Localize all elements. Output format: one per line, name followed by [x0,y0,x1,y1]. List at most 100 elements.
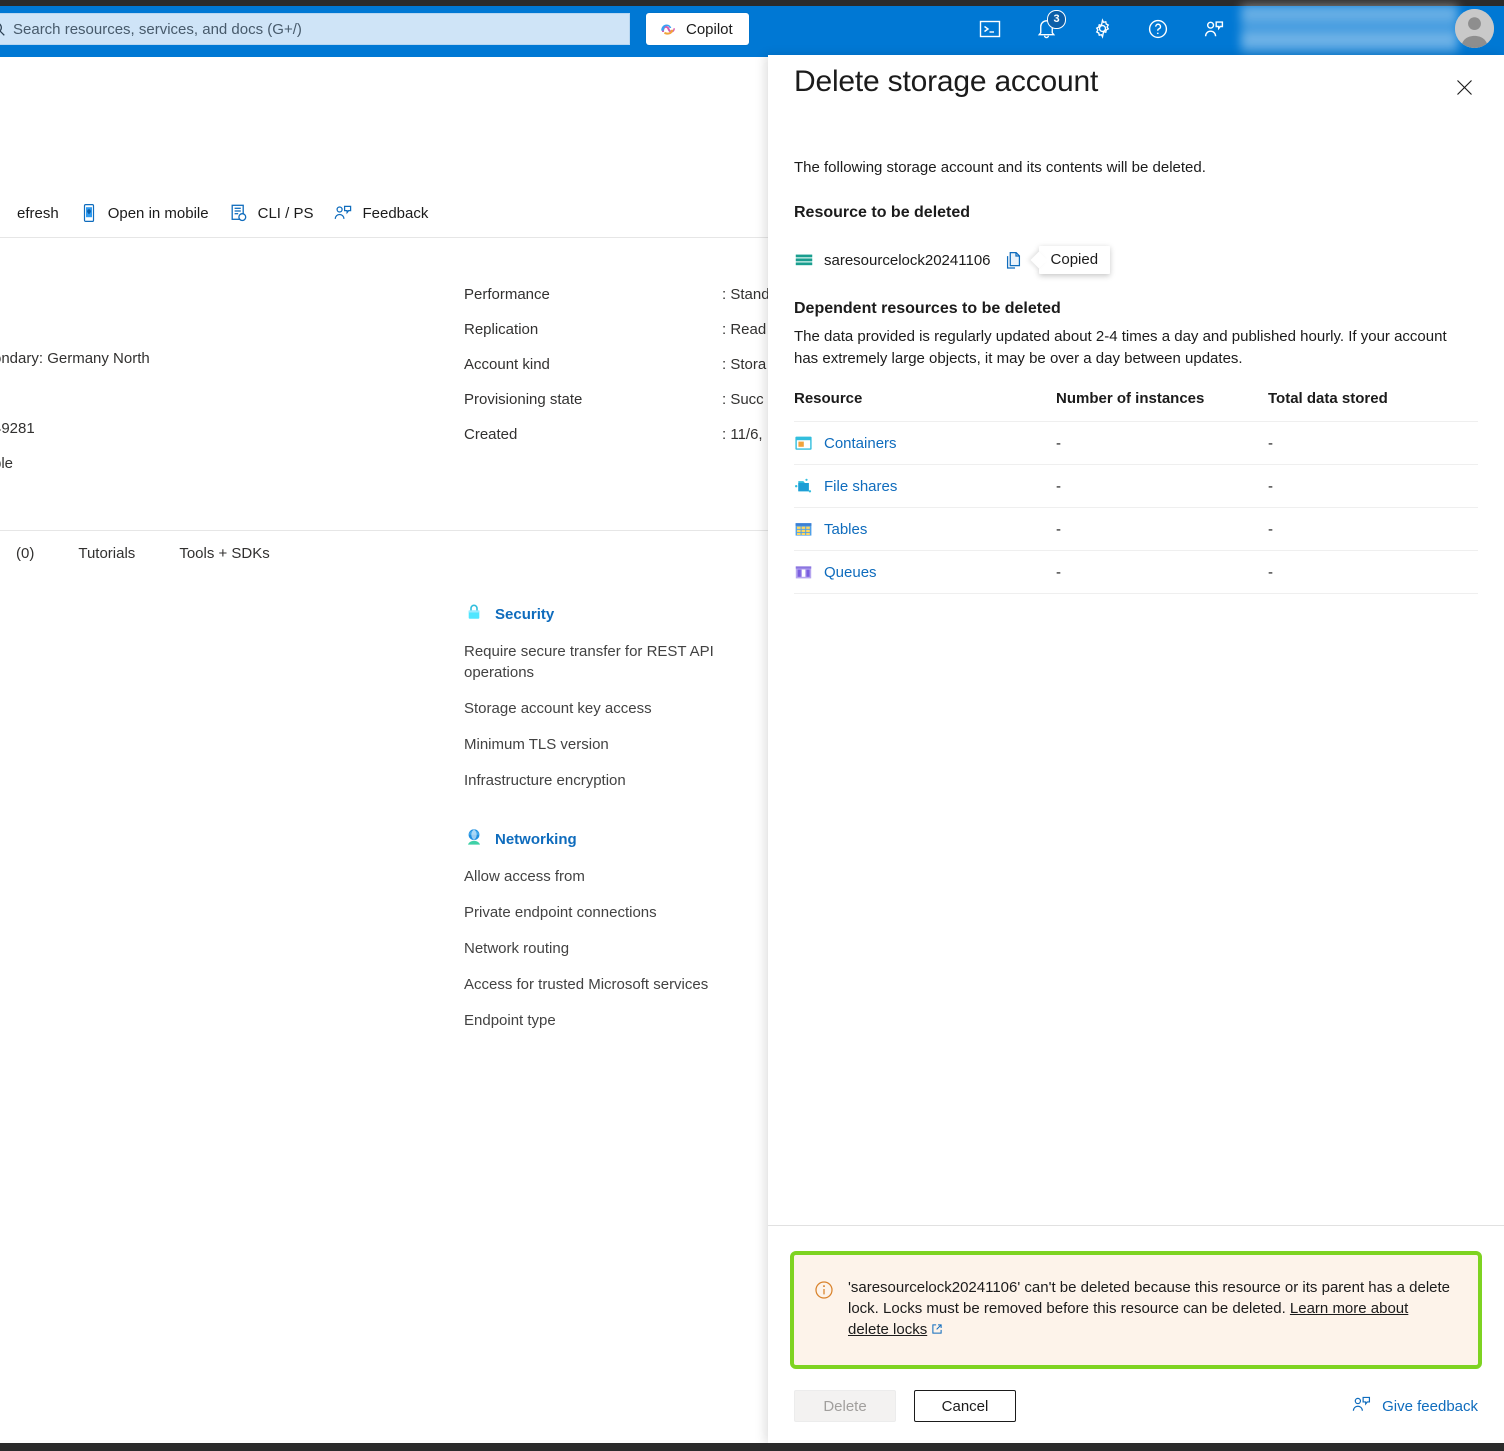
account-identity-blurred[interactable] [1241,4,1458,54]
resource-link[interactable]: Containers [824,435,897,452]
networking-card-header[interactable]: Networking [464,827,768,852]
security-card: Security Require secure transfer for RES… [464,602,768,806]
notification-count-badge: 3 [1047,9,1066,29]
copied-tooltip: Copied [1038,246,1111,274]
networking-card: Networking Allow access from Private end… [464,827,768,1046]
command-refresh-label: efresh [17,204,59,222]
dependent-resources-heading: Dependent resources to be deleted [794,300,1061,317]
command-cli-ps[interactable]: CLI / PS [219,195,324,231]
resource-link[interactable]: Queues [824,564,877,581]
resource-link[interactable]: File shares [824,478,897,495]
command-refresh[interactable]: efresh [0,195,69,231]
column-header-instances: Number of instances [1056,390,1205,407]
command-feedback-label: Feedback [362,204,429,222]
dependent-resources-table: Resource Number of instances Total data … [794,390,1478,594]
tab-properties-count[interactable]: (0) [0,545,56,562]
networking-link[interactable]: Network routing [464,938,764,959]
subscription-id-fragment: 49281 [0,420,35,437]
property-row: Created : 11/6, [464,417,768,452]
settings-gear-icon[interactable] [1087,14,1117,44]
status-fragment: ble [0,455,14,472]
cli-ps-icon [229,203,249,223]
delete-lock-error-banner: 'saresourcelock20241106' can't be delete… [790,1251,1482,1369]
cancel-button[interactable]: Cancel [914,1390,1016,1422]
blade-command-bar: efresh Open in mobile CLI / PS Feedback [0,188,768,238]
azure-portal-screen: Copilot 3 [0,0,1504,1451]
panel-footer: Delete Cancel Give feedback [768,1369,1504,1443]
storage-account-overview-blade: efresh Open in mobile CLI / PS Feedback … [0,57,768,1451]
close-icon[interactable] [1448,71,1480,103]
topbar-icon-group: 3 [975,0,1229,57]
info-circle-icon [814,1280,834,1300]
copilot-label: Copilot [686,20,733,38]
give-feedback-link[interactable]: Give feedback [1351,1394,1478,1419]
property-value: : 11/6, [722,426,763,443]
cloud-shell-icon[interactable] [975,14,1005,44]
networking-link[interactable]: Access for trusted Microsoft services [464,974,764,995]
security-link[interactable]: Storage account key access [464,698,764,719]
property-key: Created [464,426,518,443]
cell-instances: - [1056,550,1268,594]
copilot-icon [658,19,678,39]
overview-section-divider [0,530,768,531]
column-header-data-stored: Total data stored [1268,390,1388,407]
property-key: Provisioning state [464,391,583,408]
notifications-bell-icon[interactable]: 3 [1031,9,1066,44]
copilot-button[interactable]: Copilot [646,13,749,45]
cell-instances: - [1056,464,1268,508]
command-cli-ps-label: CLI / PS [257,204,314,222]
security-link[interactable]: Infrastructure encryption [464,770,764,791]
table-row: Tables - - [794,507,1478,551]
essentials-properties: Performance : Stand Replication : Read A… [464,277,768,452]
networking-link[interactable]: Endpoint type [464,1010,764,1031]
cell-data-stored: - [1268,507,1478,551]
tab-tutorials[interactable]: Tutorials [56,545,157,562]
blade-tabs: (0) Tutorials Tools + SDKs [0,545,292,562]
cell-resource: File shares [794,464,1056,508]
search-icon [0,20,7,38]
property-value: : Stand [722,286,768,303]
feedback-person-icon[interactable] [1199,14,1229,44]
security-link[interactable]: Minimum TLS version [464,734,764,755]
security-card-header[interactable]: Security [464,602,768,627]
command-open-in-mobile[interactable]: Open in mobile [69,195,219,231]
resource-name: saresourcelock20241106 [824,251,991,269]
cell-data-stored: - [1268,421,1478,465]
global-search[interactable] [0,13,630,45]
give-feedback-label: Give feedback [1382,1397,1478,1415]
cell-instances: - [1056,421,1268,465]
table-row: Containers - - [794,421,1478,465]
property-key: Replication [464,321,539,338]
property-row: Replication : Read [464,312,768,347]
cell-resource: Tables [794,507,1056,551]
delete-button[interactable]: Delete [794,1390,896,1422]
table-header-row: Resource Number of instances Total data … [794,390,1478,422]
panel-body: The following storage account and its co… [768,127,1504,1225]
global-top-navigation: Copilot 3 [0,0,1504,57]
networking-card-title[interactable]: Networking [495,831,577,848]
tab-tools-sdks[interactable]: Tools + SDKs [157,545,291,562]
resource-link[interactable]: Tables [824,521,867,538]
command-open-in-mobile-label: Open in mobile [107,204,209,222]
property-value: : Succ [722,391,764,408]
networking-link[interactable]: Private endpoint connections [464,902,764,923]
command-feedback[interactable]: Feedback [323,195,438,231]
property-value: : Stora [722,356,767,373]
table-row: Queues - - [794,550,1478,594]
help-question-icon[interactable] [1143,14,1173,44]
security-link[interactable]: Require secure transfer for REST API ope… [464,641,764,683]
tables-icon [794,520,813,539]
property-value: : Read [722,321,767,338]
feedback-person-icon [1351,1394,1372,1419]
storage-account-icon [794,250,814,270]
cell-instances: - [1056,507,1268,551]
avatar[interactable] [1455,9,1494,48]
networking-link[interactable]: Allow access from [464,866,764,887]
browser-bottom-chrome [0,1443,1504,1451]
security-card-title[interactable]: Security [495,606,554,623]
cell-resource: Queues [794,550,1056,594]
search-input[interactable] [13,20,593,38]
table-row: File shares - - [794,464,1478,508]
panel-header: Delete storage account [768,55,1504,127]
copy-icon[interactable] [1003,249,1025,271]
